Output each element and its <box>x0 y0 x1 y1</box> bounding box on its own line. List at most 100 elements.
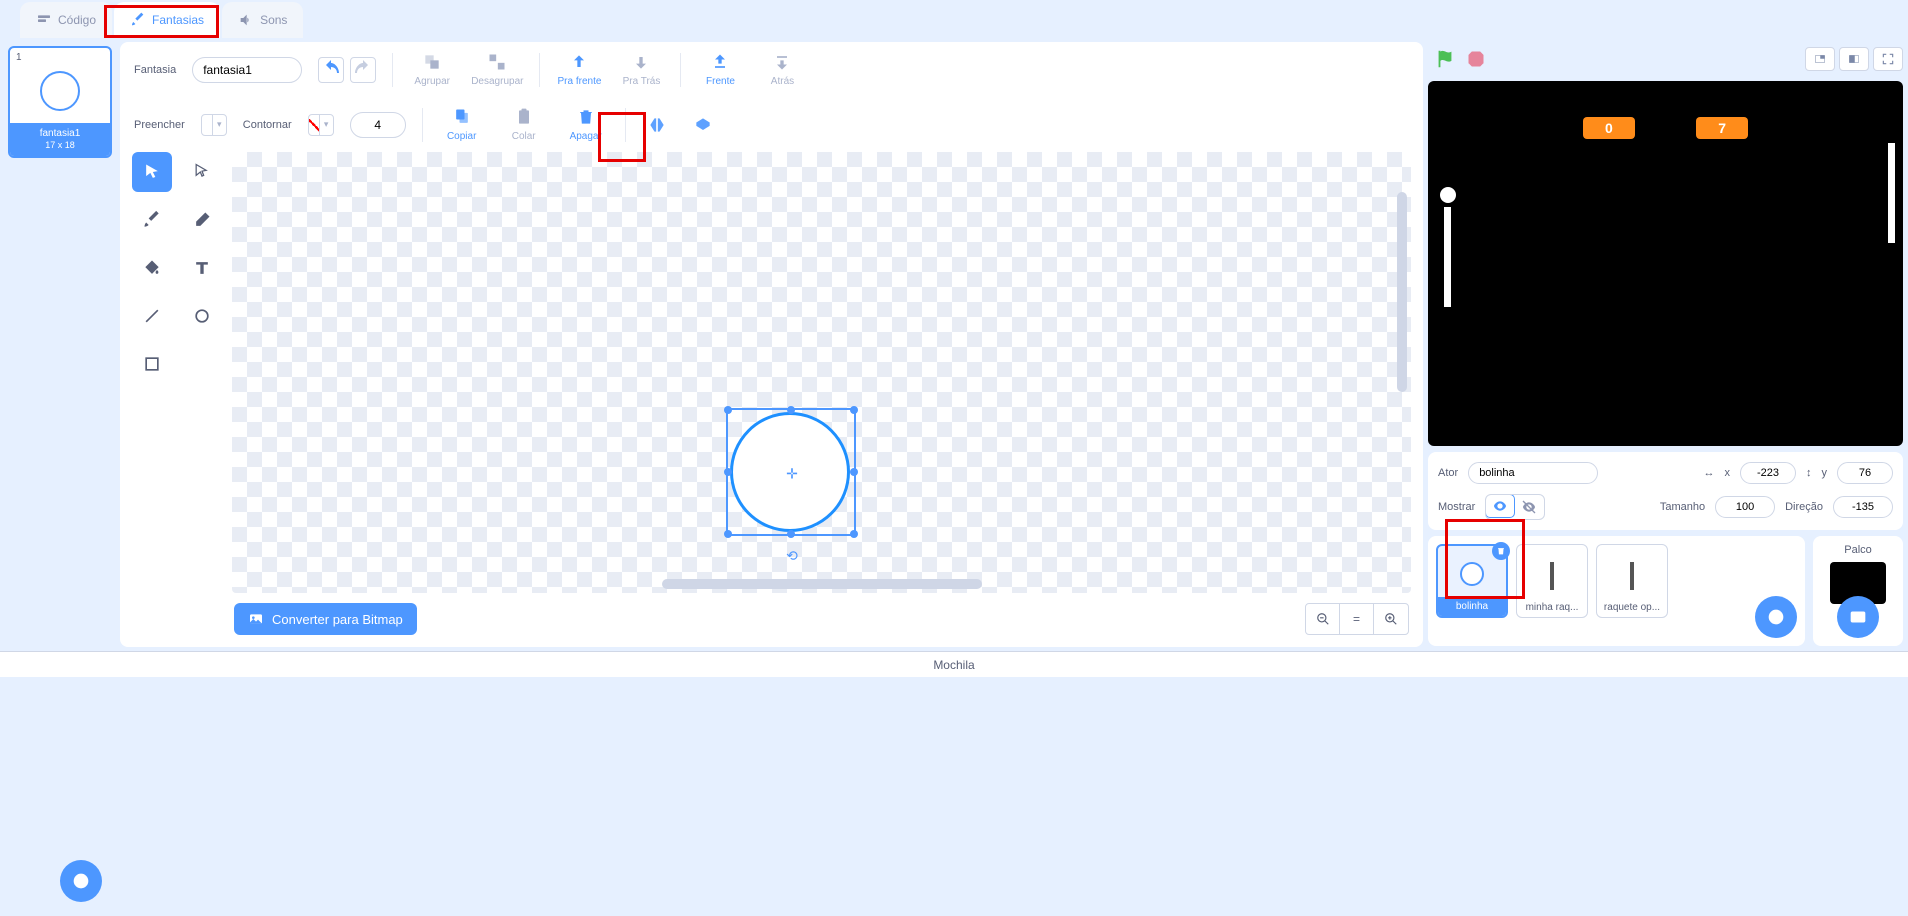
text-tool[interactable] <box>182 248 222 288</box>
flip-v-button[interactable] <box>688 115 718 135</box>
tab-sounds[interactable]: Sons <box>222 2 303 38</box>
paddle-right <box>1888 143 1895 243</box>
outline-width-input[interactable] <box>350 112 406 138</box>
undo-button[interactable] <box>318 57 344 83</box>
sprite-item-raquete-oponente[interactable]: raquete op... <box>1596 544 1668 618</box>
equals-icon: = <box>1353 612 1360 626</box>
back-button[interactable]: Atrás <box>759 52 805 87</box>
outline-color-picker[interactable]: ▾ <box>308 114 334 136</box>
sprite-preview-paddle2 <box>1630 562 1634 590</box>
image-icon <box>248 611 264 627</box>
x-input[interactable] <box>1740 462 1796 484</box>
back-icon <box>772 52 792 72</box>
brush-tool[interactable] <box>132 200 172 240</box>
fill-tool[interactable] <box>132 248 172 288</box>
delete-sprite-button[interactable] <box>1492 542 1510 560</box>
stop-icon[interactable] <box>1466 49 1486 69</box>
costume-name-input[interactable] <box>192 57 302 83</box>
canvas-h-scrollbar[interactable] <box>662 579 982 589</box>
costume-thumb-1[interactable]: 1 fantasia1 17 x 18 <box>8 46 112 158</box>
eraser-icon <box>192 210 212 230</box>
circle-icon <box>192 306 212 326</box>
circle-tool[interactable] <box>182 296 222 336</box>
line-tool[interactable] <box>132 296 172 336</box>
backpack-bar[interactable]: Mochila <box>0 651 1908 677</box>
y-label: y <box>1822 467 1828 479</box>
costume-list: 1 fantasia1 17 x 18 <box>0 38 120 651</box>
zoom-out-button[interactable] <box>1306 604 1340 634</box>
zoom-in-icon <box>1384 612 1398 626</box>
front-icon <box>710 52 730 72</box>
flip-v-icon <box>693 115 713 135</box>
x-label: x <box>1725 467 1731 479</box>
small-stage-button[interactable] <box>1805 47 1835 71</box>
sprite-label-1: bolinha <box>1438 597 1506 616</box>
tab-sounds-label: Sons <box>260 13 287 27</box>
group-button[interactable]: Agrupar <box>409 52 455 87</box>
front-button[interactable]: Frente <box>697 52 743 87</box>
line-icon <box>142 306 162 326</box>
redo-button[interactable] <box>350 57 376 83</box>
copy-button[interactable]: Copiar <box>439 107 485 142</box>
cursor-icon <box>142 162 162 182</box>
flip-h-icon <box>647 115 667 135</box>
reshape-tool[interactable] <box>182 152 222 192</box>
costume-thumb-size: 17 x 18 <box>14 140 106 152</box>
direction-input[interactable] <box>1833 496 1893 518</box>
sprite-item-minha-raquete[interactable]: minha raq... <box>1516 544 1588 618</box>
costume-thumb-name: fantasia1 <box>14 127 106 140</box>
small-stage-icon <box>1813 53 1827 65</box>
zoom-reset-button[interactable]: = <box>1340 604 1374 634</box>
backward-button[interactable]: Pra Trás <box>618 52 664 87</box>
size-label: Tamanho <box>1660 501 1705 513</box>
show-button[interactable] <box>1485 494 1515 518</box>
flip-h-button[interactable] <box>642 115 672 135</box>
large-stage-button[interactable] <box>1839 47 1869 71</box>
fill-color-picker[interactable]: ▾ <box>201 114 227 136</box>
delete-button[interactable]: Apagar <box>563 107 609 142</box>
paint-canvas[interactable]: ⟲ ✛ <box>232 152 1411 593</box>
image-plus-icon <box>1847 606 1869 628</box>
forward-button[interactable]: Pra frente <box>556 52 602 87</box>
stage-title: Palco <box>1844 544 1872 556</box>
tab-code[interactable]: Código <box>20 2 112 38</box>
tab-costumes[interactable]: Fantasias <box>114 2 220 38</box>
large-stage-icon <box>1847 53 1861 65</box>
costume-index: 1 <box>14 52 106 63</box>
y-arrows-icon: ↕ <box>1806 467 1812 479</box>
rect-tool[interactable] <box>132 344 172 384</box>
rotation-handle-icon[interactable]: ⟲ <box>786 548 798 565</box>
outline-label: Contornar <box>243 119 292 131</box>
undo-icon <box>319 58 343 82</box>
reshape-icon <box>192 162 212 182</box>
stage-selector[interactable]: Palco Cenários 1 <box>1813 536 1903 646</box>
add-sprite-button[interactable] <box>1755 596 1797 638</box>
paintbrush-icon <box>142 210 162 230</box>
ungroup-button[interactable]: Desagrupar <box>471 52 523 87</box>
green-flag-icon[interactable] <box>1434 48 1456 70</box>
sprite-item-bolinha[interactable]: bolinha <box>1436 544 1508 618</box>
sprite-preview-circle <box>1460 562 1484 586</box>
ungroup-icon <box>487 52 507 72</box>
zoom-out-icon <box>1316 612 1330 626</box>
zoom-in-button[interactable] <box>1374 604 1408 634</box>
paste-icon <box>514 107 534 127</box>
canvas-v-scrollbar[interactable] <box>1397 192 1407 392</box>
add-costume-button[interactable] <box>60 860 102 902</box>
hide-button[interactable] <box>1514 495 1544 519</box>
y-input[interactable] <box>1837 462 1893 484</box>
select-tool[interactable] <box>132 152 172 192</box>
sprite-label: Ator <box>1438 467 1458 479</box>
trash-icon <box>576 107 596 127</box>
fullscreen-button[interactable] <box>1873 47 1903 71</box>
tab-costumes-label: Fantasias <box>152 13 204 27</box>
size-input[interactable] <box>1715 496 1775 518</box>
stage[interactable]: 0 7 <box>1428 81 1903 446</box>
paste-button[interactable]: Colar <box>501 107 547 142</box>
sprite-preview-paddle <box>1550 562 1554 590</box>
sound-icon <box>238 12 254 28</box>
sprite-name-input[interactable] <box>1468 462 1598 484</box>
eraser-tool[interactable] <box>182 200 222 240</box>
add-backdrop-button[interactable] <box>1837 596 1879 638</box>
convert-bitmap-button[interactable]: Converter para Bitmap <box>234 603 417 635</box>
